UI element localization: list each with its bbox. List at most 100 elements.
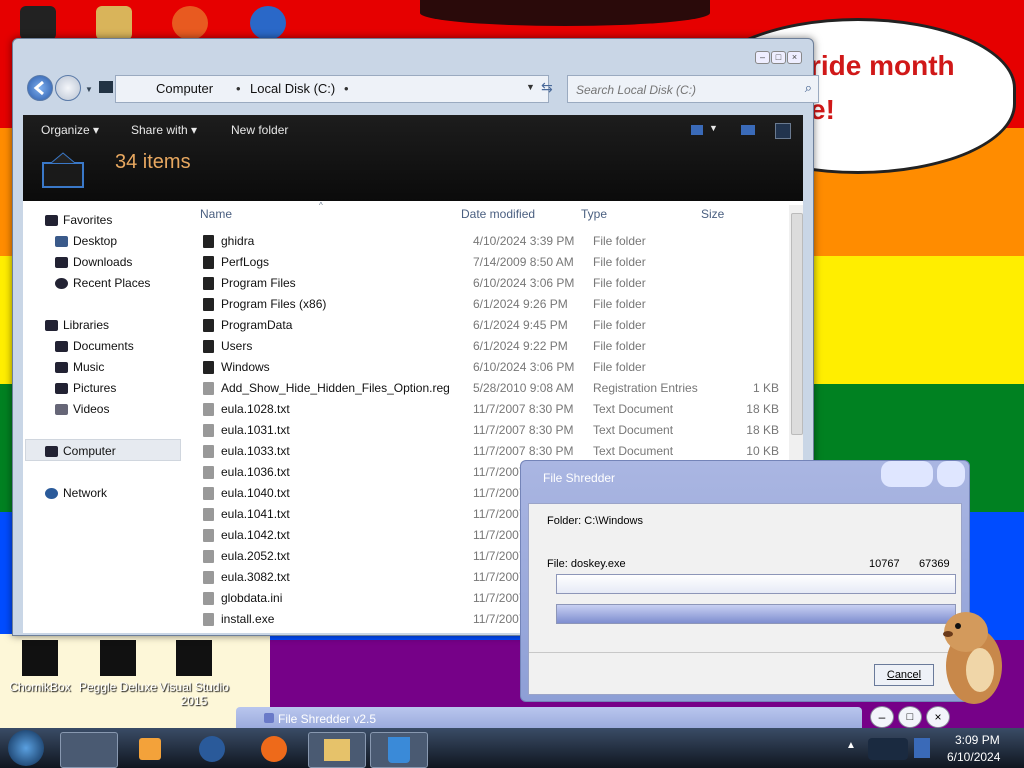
breadcrumb-separator[interactable]: •: [344, 81, 349, 96]
table-row[interactable]: Windows 6/10/2024 3:06 PM File folder: [191, 357, 791, 378]
file-progress-fill: [557, 575, 955, 593]
dialog-caption-button[interactable]: [881, 461, 933, 487]
file-name: eula.3082.txt: [221, 570, 290, 584]
table-row[interactable]: ghidra 4/10/2024 3:39 PM File folder: [191, 231, 791, 252]
scrollbar-thumb[interactable]: [791, 213, 803, 435]
file-date: 11/7/2007: [473, 486, 526, 500]
column-header-size[interactable]: Size: [701, 207, 724, 221]
help-icon[interactable]: [775, 123, 791, 139]
forward-button[interactable]: [55, 75, 81, 101]
back-button[interactable]: [27, 75, 53, 101]
nav-pictures[interactable]: Pictures: [73, 381, 116, 395]
column-header-type[interactable]: Type: [581, 207, 607, 221]
peggle-icon: [100, 640, 136, 676]
search-box[interactable]: ⌕: [567, 75, 819, 103]
taskbar-explorer[interactable]: [60, 732, 118, 768]
nav-computer[interactable]: Computer: [63, 444, 116, 458]
desktop-icon[interactable]: [172, 6, 208, 40]
taskbar-folder[interactable]: [308, 732, 366, 768]
table-row[interactable]: Program Files 6/10/2024 3:06 PM File folde…: [191, 273, 791, 294]
documents-icon: [55, 341, 68, 352]
drive-icon: [41, 149, 85, 189]
task-title: File Shredder v2.5: [278, 712, 377, 726]
nav-libraries[interactable]: Libraries: [63, 318, 109, 332]
nav-recent-places[interactable]: Recent Places: [73, 276, 150, 290]
file-name: Windows: [221, 360, 270, 374]
view-icon[interactable]: [691, 125, 703, 135]
table-row[interactable]: eula.1028.txt 11/7/2007 8:30 PM Text Docum…: [191, 399, 791, 420]
total-progress-fill: [557, 605, 955, 623]
taskbar-media-player[interactable]: [122, 732, 178, 766]
maximize-button[interactable]: □: [771, 51, 786, 64]
minimize-button[interactable]: –: [870, 706, 894, 728]
chevron-down-icon[interactable]: ▼: [526, 82, 535, 92]
maximize-button[interactable]: □: [898, 706, 922, 728]
share-with-button[interactable]: Share with ▾: [131, 123, 197, 137]
preview-pane-icon[interactable]: [741, 125, 755, 135]
nav-desktop[interactable]: Desktop: [73, 234, 117, 248]
file-type: Registration Entries: [593, 381, 698, 395]
music-icon: [55, 362, 68, 373]
desktop-icon[interactable]: [96, 6, 132, 40]
file-date: 11/7/2007: [473, 465, 526, 479]
search-input[interactable]: [574, 78, 788, 102]
nav-network[interactable]: Network: [63, 486, 107, 500]
network-icon: [45, 488, 58, 499]
table-row[interactable]: PerfLogs 7/14/2009 8:50 AM File folder: [191, 252, 791, 273]
nav-documents[interactable]: Documents: [73, 339, 134, 353]
tray-icon[interactable]: [868, 738, 908, 760]
minimize-button[interactable]: –: [755, 51, 770, 64]
desktop-icon-peggle[interactable]: Peggle Deluxe: [78, 640, 158, 694]
file-name: Program Files: [221, 276, 296, 290]
breadcrumb-separator[interactable]: •: [236, 81, 241, 96]
table-row[interactable]: Program Files (x86) 6/1/2024 9:26 PM File …: [191, 294, 791, 315]
clock-date[interactable]: 6/10/2024: [947, 750, 1000, 764]
nav-downloads[interactable]: Downloads: [73, 255, 132, 269]
new-folder-button[interactable]: New folder: [231, 123, 288, 137]
desktop-icon[interactable]: [250, 6, 286, 40]
chevron-down-icon[interactable]: ▼: [709, 123, 718, 133]
folder-icon: [203, 319, 214, 332]
network-tray-icon[interactable]: [914, 738, 930, 758]
close-button[interactable]: ×: [787, 51, 802, 64]
file-date: 11/7/2007: [473, 549, 526, 563]
file-name: eula.1028.txt: [221, 402, 290, 416]
column-header-date[interactable]: Date modified: [461, 207, 535, 221]
cancel-button[interactable]: Cancel: [874, 664, 934, 686]
organize-button[interactable]: Organize ▾: [41, 123, 99, 137]
speech-bubble-text: ride month e!: [810, 44, 955, 132]
column-header-name[interactable]: Name: [200, 207, 232, 221]
search-icon[interactable]: ⌕: [805, 80, 812, 96]
shredder-task-window[interactable]: File Shredder v2.5: [236, 707, 862, 729]
folder-icon: [324, 739, 350, 761]
taskbar-shredder[interactable]: [370, 732, 428, 768]
nav-music[interactable]: Music: [73, 360, 104, 374]
file-type: Text Document: [593, 444, 674, 458]
file-name: eula.1033.txt: [221, 444, 290, 458]
nav-favorites[interactable]: Favorites: [63, 213, 112, 227]
close-button[interactable]: ×: [926, 706, 950, 728]
taskbar-app[interactable]: [184, 732, 240, 766]
chevron-down-icon[interactable]: ▼: [85, 85, 93, 94]
file-type: File folder: [593, 234, 646, 248]
table-row[interactable]: eula.1033.txt 11/7/2007 8:30 PM Text Docum…: [191, 441, 791, 462]
taskbar-firefox[interactable]: [246, 732, 302, 766]
nav-videos[interactable]: Videos: [73, 402, 109, 416]
desktop-icon[interactable]: [20, 6, 56, 40]
start-button[interactable]: [8, 730, 44, 766]
table-row[interactable]: Users 6/1/2024 9:22 PM File folder: [191, 336, 791, 357]
table-row[interactable]: Add_Show_Hide_Hidden_Files_Option.reg 5/2…: [191, 378, 791, 399]
breadcrumb-computer[interactable]: Computer: [156, 81, 213, 96]
breadcrumb[interactable]: Computer • Local Disk (C:) • ▼ ⇆: [115, 75, 553, 103]
clock-time[interactable]: 3:09 PM: [955, 733, 1000, 747]
table-row[interactable]: ProgramData 6/1/2024 9:45 PM File folder: [191, 315, 791, 336]
desktop-icon-chomikbox[interactable]: ChomikBox: [0, 640, 80, 694]
chevron-up-icon[interactable]: ▲: [846, 740, 856, 751]
folder-icon: [203, 235, 214, 248]
libraries-icon: [45, 320, 58, 331]
refresh-icon[interactable]: ⇆: [541, 79, 553, 96]
desktop-icon-visual-studio[interactable]: Visual Studio 2015: [154, 640, 234, 708]
table-row[interactable]: eula.1031.txt 11/7/2007 8:30 PM Text Docum…: [191, 420, 791, 441]
breadcrumb-local-disk[interactable]: Local Disk (C:): [250, 81, 335, 96]
dialog-caption-button[interactable]: [937, 461, 965, 487]
